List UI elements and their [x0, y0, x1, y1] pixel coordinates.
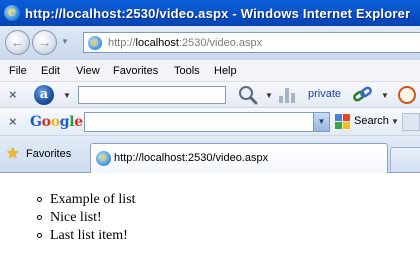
google-search-icon[interactable]	[335, 114, 350, 129]
toolbar-options-button[interactable]	[402, 113, 420, 131]
window-title: http://localhost:2530/video.aspx - Windo…	[25, 6, 411, 21]
circle-bullet-icon	[37, 233, 42, 238]
favorites-label: Favorites	[26, 148, 72, 160]
chevron-down-icon[interactable]: ▼	[63, 91, 71, 100]
list-item: Last list item!	[37, 227, 136, 245]
private-link[interactable]: private	[308, 88, 341, 100]
recent-pages-dropdown[interactable]: ▼	[61, 37, 69, 46]
close-google-toolbar-icon[interactable]: ×	[9, 114, 17, 129]
google-letter: e	[74, 114, 83, 130]
menu-bar: File Edit View Favorites Tools Help	[0, 60, 420, 82]
tab-title: http://localhost:2530/video.aspx	[114, 152, 269, 164]
menu-favorites[interactable]: Favorites	[113, 65, 158, 77]
internet-explorer-icon: e	[4, 5, 20, 21]
tab-bar: ★ Favorites e http://localhost:2530/vide…	[0, 136, 420, 173]
url-host: localhost	[135, 37, 179, 49]
item-list: Example of list Nice list! Last list ite…	[37, 191, 136, 245]
title-bar: e http://localhost:2530/video.aspx - Win…	[0, 0, 420, 26]
history-icon[interactable]	[398, 86, 416, 104]
google-search-button[interactable]: Search	[354, 115, 389, 127]
url-prefix: http://	[108, 37, 136, 49]
chevron-down-icon[interactable]: ▼	[391, 117, 399, 126]
menu-view[interactable]: View	[76, 65, 100, 77]
menu-edit[interactable]: Edit	[41, 65, 60, 77]
close-toolbar-icon[interactable]: ×	[9, 87, 17, 102]
list-item: Nice list!	[37, 209, 136, 227]
forward-button[interactable]: →	[32, 30, 57, 55]
address-field[interactable]: e http://localhost:2530/video.aspx	[83, 32, 420, 53]
list-item-text: Example of list	[50, 192, 136, 207]
circle-bullet-icon	[37, 197, 42, 202]
google-search-input[interactable]	[85, 113, 311, 131]
ask-logo-icon[interactable]: a	[34, 85, 54, 105]
chevron-down-icon[interactable]: ▼	[313, 113, 329, 131]
address-toolbar: ← → ▼ e http://localhost:2530/video.aspx	[0, 26, 420, 60]
menu-tools[interactable]: Tools	[174, 65, 200, 77]
link-options-dropdown[interactable]: ▼	[381, 91, 389, 100]
search-input[interactable]	[78, 86, 226, 104]
bar-chart-icon[interactable]	[279, 87, 297, 103]
list-item-text: Last list item!	[50, 228, 128, 243]
page-icon: e	[88, 36, 102, 50]
star-icon: ★	[6, 145, 20, 162]
url-rest: :2530/video.aspx	[178, 37, 263, 49]
circle-bullet-icon	[37, 215, 42, 220]
new-tab-button[interactable]	[390, 147, 420, 171]
link-icon[interactable]	[352, 86, 374, 104]
google-letter: g	[59, 114, 70, 130]
page-icon: e	[96, 151, 111, 166]
back-arrow-icon: ←	[10, 34, 25, 50]
back-button[interactable]: ←	[5, 30, 30, 55]
google-letter: o	[50, 114, 60, 130]
page-content: Example of list Nice list! Last list ite…	[0, 173, 420, 263]
google-logo[interactable]: Google	[30, 114, 83, 130]
list-item-text: Nice list!	[50, 210, 102, 225]
search-icon[interactable]	[237, 84, 259, 106]
list-item: Example of list	[37, 191, 136, 209]
forward-arrow-icon: →	[37, 34, 52, 50]
tab-active[interactable]: e http://localhost:2530/video.aspx	[90, 143, 388, 173]
menu-help[interactable]: Help	[214, 65, 237, 77]
address-url[interactable]: http://localhost:2530/video.aspx	[108, 37, 262, 49]
google-toolbar: × Google ▼ Search ▼	[0, 108, 420, 136]
search-options-dropdown[interactable]: ▼	[265, 91, 273, 100]
google-letter: o	[41, 114, 51, 130]
google-search-box[interactable]: ▼	[84, 112, 330, 132]
search-toolbar: × a ▼ ▼ private ▼	[0, 82, 420, 108]
menu-file[interactable]: File	[9, 65, 27, 77]
google-letter: G	[30, 114, 42, 130]
